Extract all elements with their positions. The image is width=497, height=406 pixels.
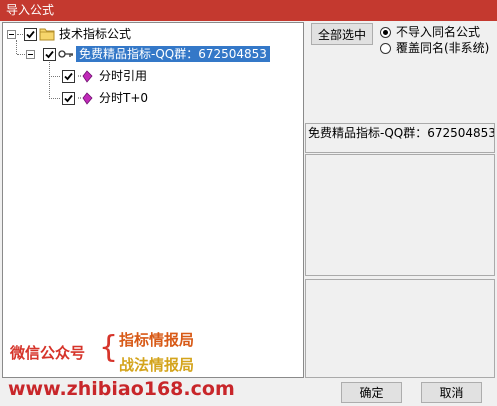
- formula-name-display: 免费精品指标-QQ群：672504853: [305, 123, 495, 153]
- tree-child-label[interactable]: 免费精品指标-QQ群：672504853: [76, 46, 270, 62]
- formula-gem-icon: [78, 70, 93, 83]
- tree-leaf-label[interactable]: 分时引用: [99, 68, 147, 84]
- check-icon: [26, 30, 35, 39]
- child-collapse-toggle[interactable]: [26, 50, 35, 59]
- formula-params-box: [305, 279, 495, 378]
- title-bar: 导入公式: [0, 0, 497, 21]
- tree-connector: [16, 40, 17, 54]
- leaf-checkbox[interactable]: [62, 70, 75, 83]
- check-icon: [64, 94, 73, 103]
- formula-description-box: [305, 154, 495, 276]
- watermark-line1: 指标情报局: [119, 331, 195, 349]
- ok-button[interactable]: 确定: [341, 382, 402, 403]
- formula-tree[interactable]: 技术指标公式 免费精品指标-QQ群：672504853 分时引用 分时T+0: [2, 22, 304, 378]
- watermark-line2: 战法情报局: [119, 356, 195, 374]
- tree-leaf-label[interactable]: 分时T+0: [99, 90, 148, 106]
- watermark-wechat-label: 微信公众号: [10, 344, 86, 362]
- key-icon: [58, 50, 73, 58]
- cancel-button[interactable]: 取消: [421, 382, 482, 403]
- root-checkbox[interactable]: [24, 28, 37, 41]
- check-icon: [45, 50, 54, 59]
- folder-icon: [39, 28, 55, 41]
- radio-overwrite-label[interactable]: 覆盖同名(非系统): [396, 41, 489, 55]
- radio-skip-duplicates[interactable]: [380, 27, 391, 38]
- select-all-button[interactable]: 全部选中: [311, 23, 373, 45]
- tree-root-label[interactable]: 技术指标公式: [59, 26, 131, 42]
- formula-name-text: 免费精品指标-QQ群：672504853: [308, 126, 495, 140]
- child-checkbox[interactable]: [43, 48, 56, 61]
- tree-connector: [17, 54, 25, 55]
- check-icon: [64, 72, 73, 81]
- tree-connector: [49, 76, 60, 77]
- window-title: 导入公式: [6, 3, 55, 17]
- watermark-brace: {: [99, 330, 119, 365]
- tree-connector: [49, 98, 60, 99]
- leaf-checkbox[interactable]: [62, 92, 75, 105]
- root-collapse-toggle[interactable]: [7, 30, 16, 39]
- radio-overwrite[interactable]: [380, 43, 391, 54]
- tree-connector: [49, 59, 50, 99]
- formula-gem-icon: [78, 92, 93, 105]
- radio-skip-duplicates-label[interactable]: 不导入同名公式: [396, 25, 480, 39]
- watermark-website: www.zhibiao168.com: [8, 378, 235, 400]
